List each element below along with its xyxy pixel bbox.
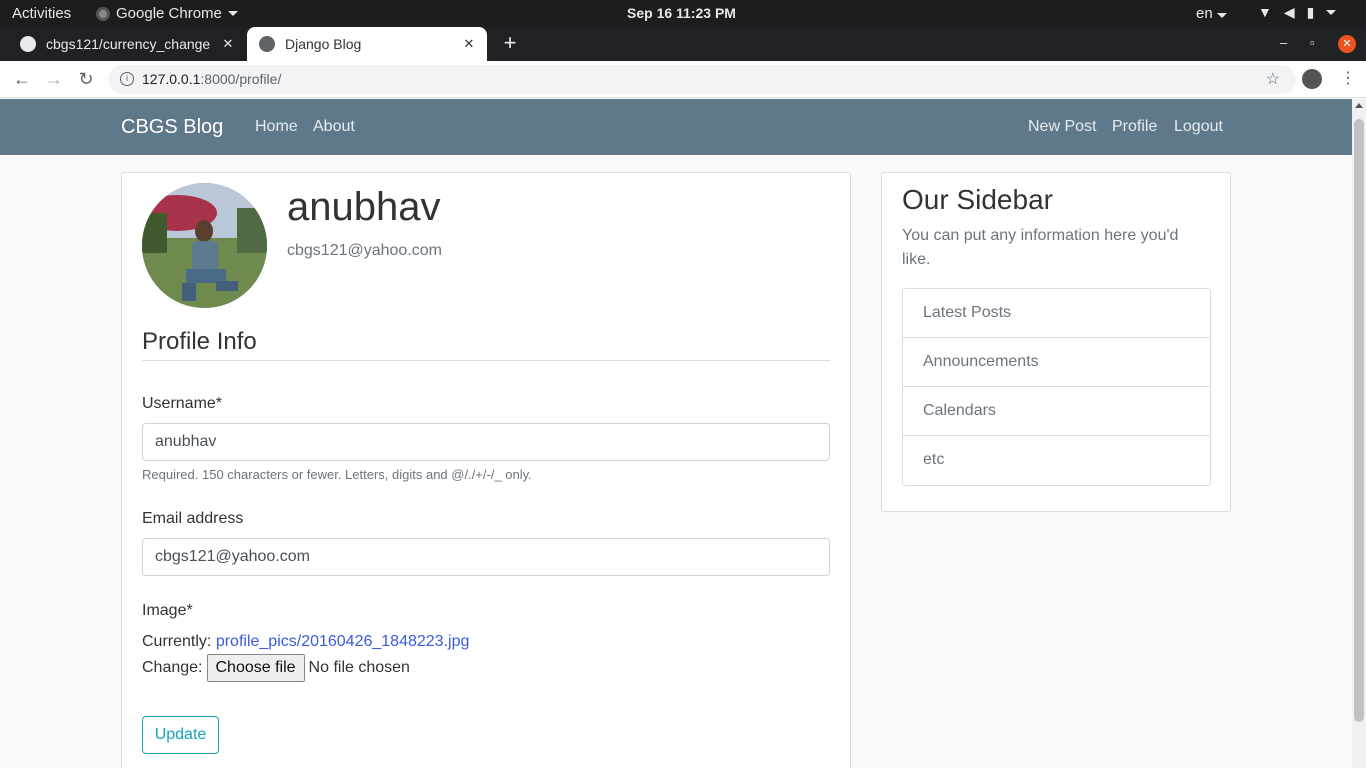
nav-about[interactable]: About (313, 118, 355, 136)
close-window-button[interactable]: ✕ (1338, 35, 1356, 53)
github-icon (20, 36, 36, 52)
browser-toolbar: ← → ↻ i 127.0.0.1:8000/profile/ ☆ ⋮ (0, 61, 1366, 98)
nav-new-post[interactable]: New Post (1028, 118, 1096, 136)
app-name: Google Chrome (116, 5, 222, 22)
sidebar-title: Our Sidebar (902, 184, 1053, 215)
brand-link[interactable]: CBGS Blog (121, 116, 223, 139)
profile-email: cbgs121@yahoo.com (287, 242, 442, 259)
email-label: Email address (142, 510, 244, 527)
current-image-row: Currently: profile_pics/20160426_1848223… (142, 633, 469, 651)
url-text[interactable]: 127.0.0.1:8000/profile/ (142, 71, 281, 87)
update-button[interactable]: Update (142, 716, 219, 754)
divider (142, 360, 830, 361)
no-file-text: No file chosen (308, 659, 410, 676)
nav-profile[interactable]: Profile (1112, 118, 1157, 136)
change-image-row: Change: Choose file No file chosen (142, 654, 410, 682)
menu-kebab-icon[interactable]: ⋮ (1340, 68, 1356, 88)
currently-label: Currently: (142, 633, 212, 650)
profile-photo (142, 183, 267, 308)
system-top-bar: Activities Google Chrome Sep 16 11:23 PM… (0, 0, 1366, 27)
sidebar-item-announcements[interactable]: Announcements (903, 338, 1210, 387)
sidebar-item-etc[interactable]: etc (903, 436, 1210, 485)
scrollbar-thumb[interactable] (1354, 119, 1364, 722)
tab-title: Django Blog (285, 36, 362, 52)
change-label: Change: (142, 659, 203, 676)
profile-avatar-icon[interactable] (1302, 69, 1322, 89)
wifi-icon: ▼ (1258, 4, 1272, 20)
profile-card: anubhav cbgs121@yahoo.com Profile Info U… (121, 172, 851, 768)
forward-icon[interactable]: → (43, 68, 65, 90)
tab-title: cbgs121/currency_change (46, 36, 211, 52)
clock[interactable]: Sep 16 11:23 PM (627, 5, 736, 21)
profile-username: anubhav (287, 185, 441, 229)
info-icon[interactable]: i (120, 72, 134, 86)
url-path: :8000/profile/ (200, 71, 282, 87)
close-icon[interactable]: ✕ (216, 36, 240, 52)
tab-strip: cbgs121/currency_change ✕ Django Blog ✕ … (0, 27, 1366, 61)
tab-github[interactable]: cbgs121/currency_change ✕ (8, 27, 246, 61)
profile-avatar (142, 183, 267, 308)
scroll-up-icon[interactable] (1355, 103, 1363, 108)
minimize-button[interactable]: – (1280, 35, 1287, 50)
app-menu[interactable]: Google Chrome (96, 5, 238, 22)
bookmark-star-icon[interactable]: ☆ (1266, 69, 1280, 89)
sidebar-list: Latest Posts Announcements Calendars etc (902, 288, 1211, 486)
chevron-down-icon (1326, 10, 1337, 15)
sidebar: Our Sidebar You can put any information … (881, 172, 1231, 512)
nav-logout[interactable]: Logout (1174, 118, 1223, 136)
back-icon[interactable]: ← (11, 68, 33, 90)
username-label: Username* (142, 395, 223, 412)
nav-home[interactable]: Home (255, 118, 298, 136)
language-indicator[interactable]: en (1196, 5, 1227, 22)
page-scrollbar[interactable] (1352, 99, 1366, 768)
globe-icon (259, 36, 275, 52)
close-icon[interactable]: ✕ (457, 36, 481, 52)
maximize-button[interactable]: ▫ (1310, 35, 1315, 50)
sidebar-item-latest-posts[interactable]: Latest Posts (903, 289, 1210, 338)
choose-file-button[interactable]: Choose file (206, 654, 305, 682)
volume-icon: ◀ (1283, 4, 1295, 20)
address-bar[interactable]: i 127.0.0.1:8000/profile/ ☆ (108, 65, 1296, 94)
url-host: 127.0.0.1 (142, 71, 201, 87)
sidebar-item-calendars[interactable]: Calendars (903, 387, 1210, 436)
form-legend: Profile Info (142, 328, 257, 355)
chevron-down-icon (1216, 13, 1227, 18)
sidebar-text: You can put any information here you'd l… (902, 227, 1179, 268)
tab-django-blog[interactable]: Django Blog ✕ (247, 27, 487, 61)
site-navbar: CBGS Blog Home About New Post Profile Lo… (0, 99, 1352, 155)
battery-icon: ▮ (1306, 4, 1315, 20)
email-input[interactable]: cbgs121@yahoo.com (142, 538, 830, 576)
language-label: en (1196, 5, 1213, 22)
username-help: Required. 150 characters or fewer. Lette… (142, 467, 532, 482)
chrome-icon (96, 6, 110, 21)
current-image-link[interactable]: profile_pics/20160426_1848223.jpg (216, 633, 470, 650)
image-label: Image* (142, 602, 193, 619)
activities-button[interactable]: Activities (12, 5, 71, 22)
username-input[interactable]: anubhav (142, 423, 830, 461)
system-tray[interactable]: ▼ ◀ ▮ (1258, 4, 1337, 21)
new-tab-button[interactable]: + (498, 31, 522, 55)
reload-icon[interactable]: ↻ (75, 68, 97, 90)
chevron-down-icon (227, 11, 238, 16)
